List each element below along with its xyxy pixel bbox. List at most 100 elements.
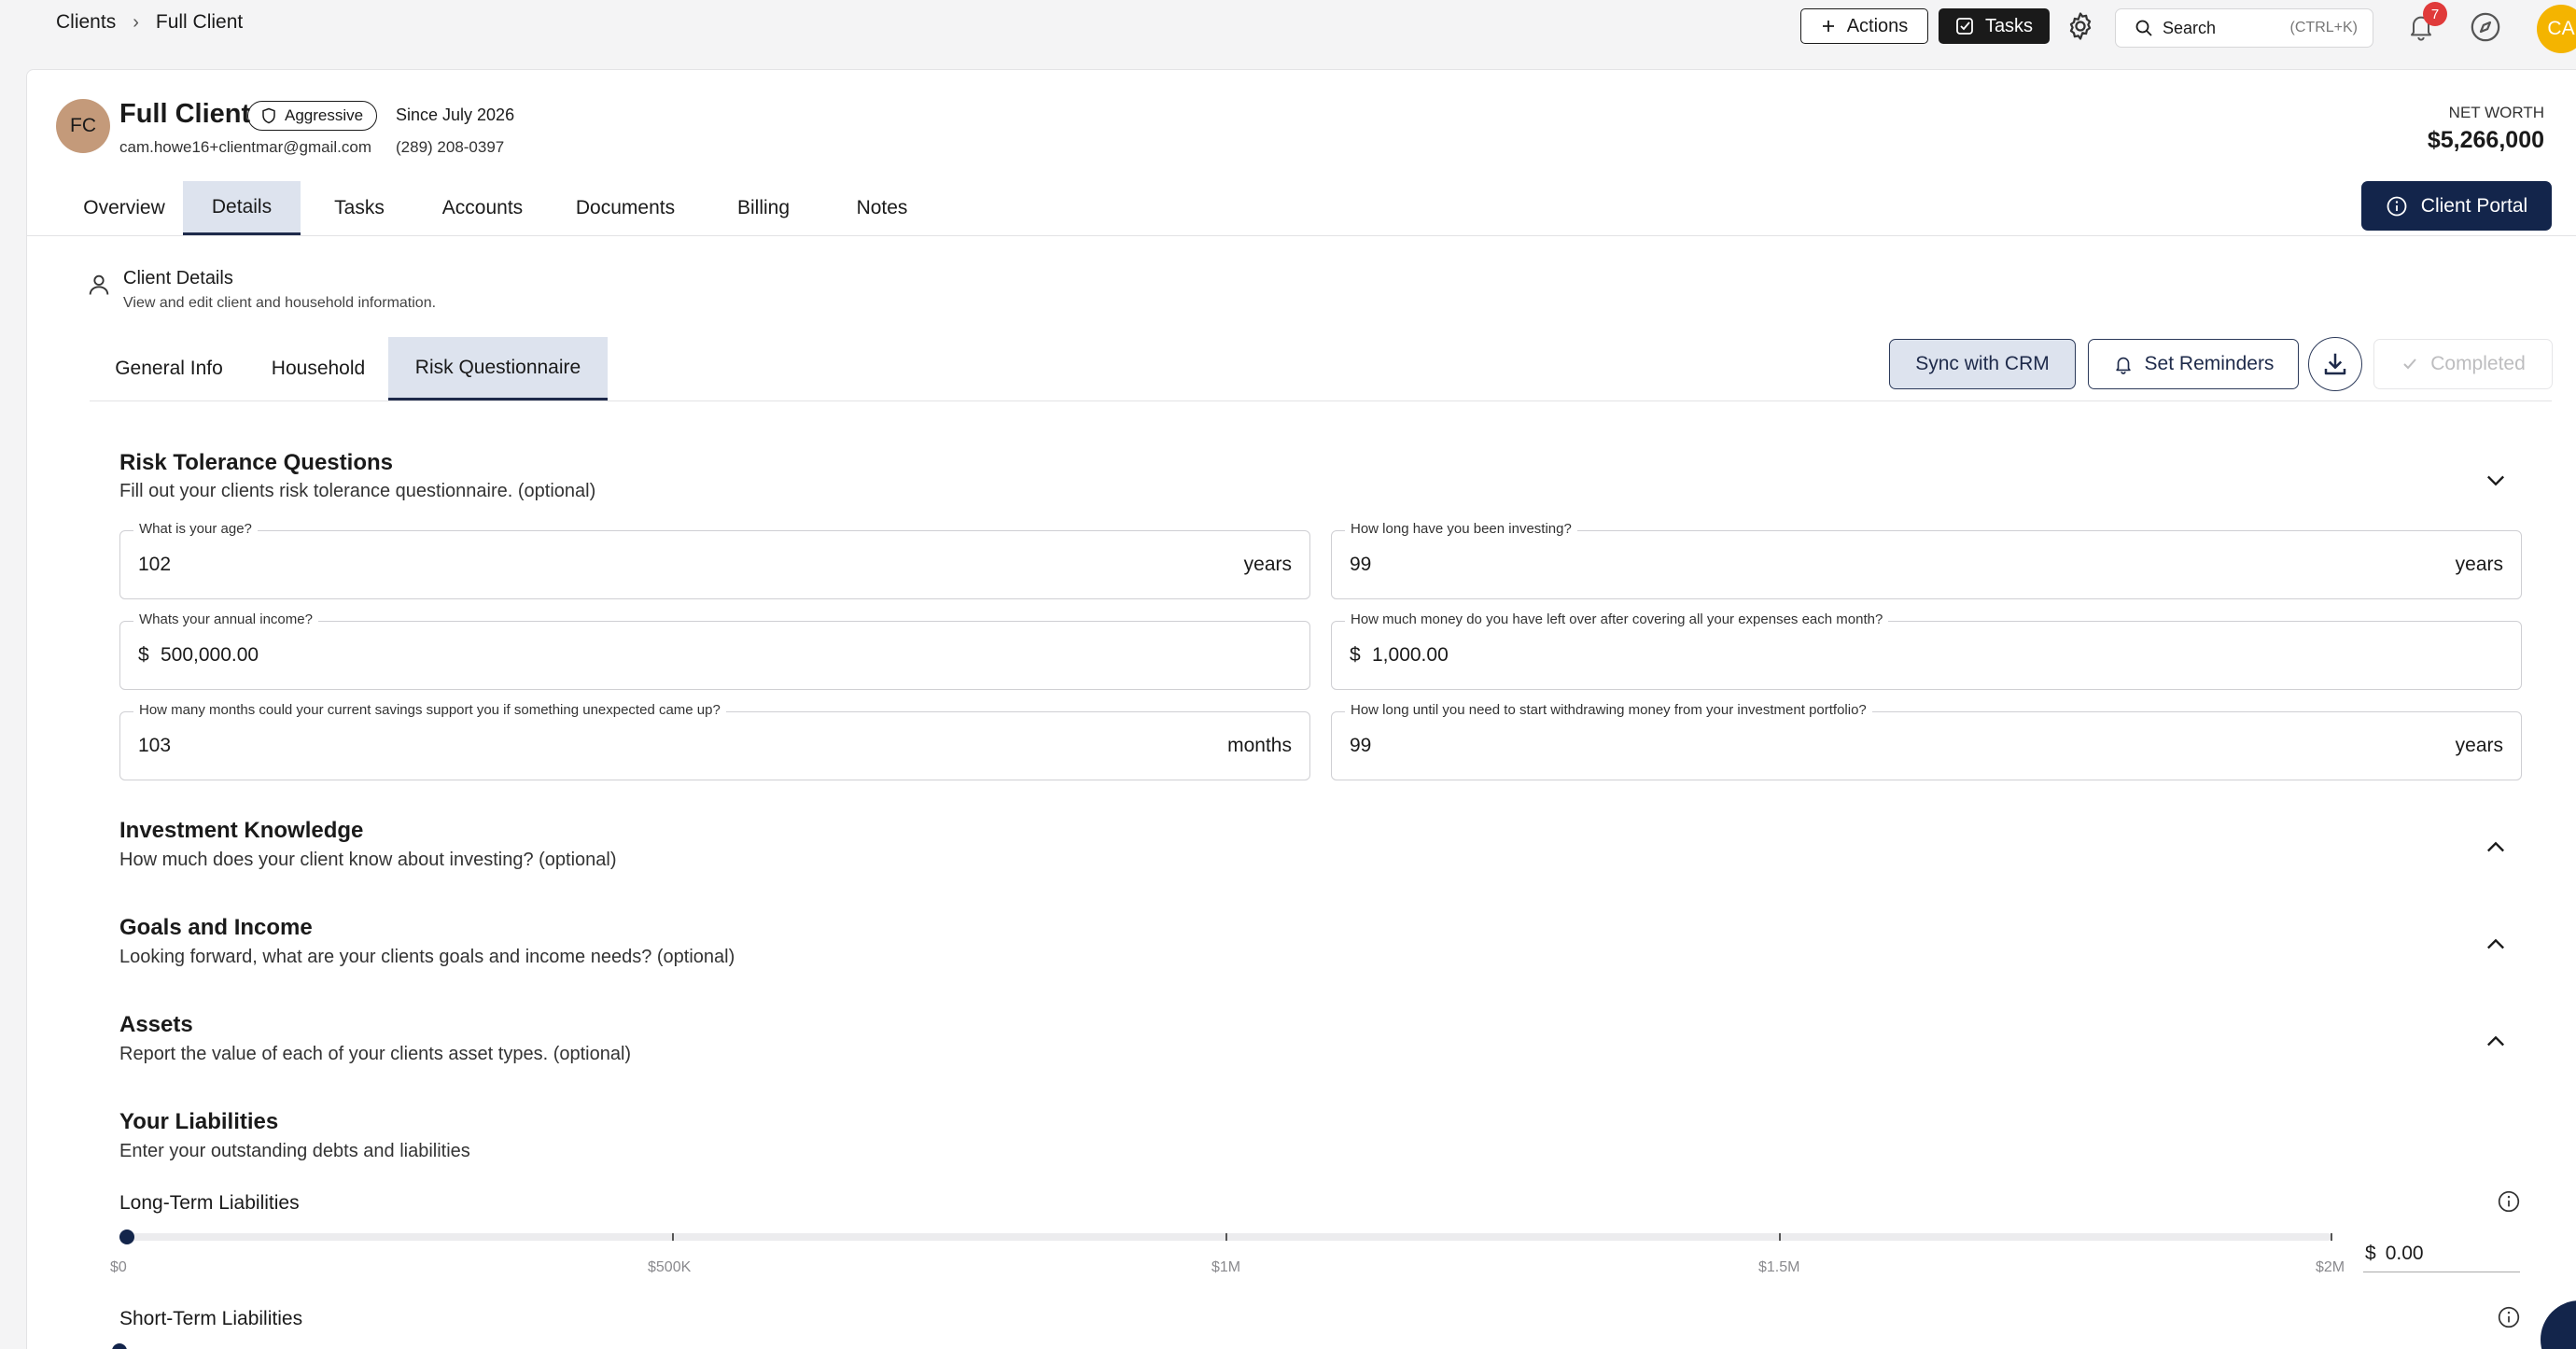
investing-years-field[interactable]: How long have you been investing? 99 yea…	[1331, 521, 2522, 599]
monthly-leftover-field[interactable]: How much money do you have left over aft…	[1331, 611, 2522, 690]
gear-icon[interactable]	[2065, 10, 2096, 42]
search-icon	[2135, 20, 2152, 36]
client-avatar: FC	[56, 99, 110, 153]
main-tabs: Overview Details Tasks Accounts Document…	[65, 181, 941, 235]
tab-tasks[interactable]: Tasks	[301, 181, 418, 235]
shield-icon	[262, 107, 275, 124]
subtab-general-info[interactable]: General Info	[90, 337, 248, 400]
slider-tick-label: $1.5M	[1758, 1259, 1800, 1275]
client-portal-button[interactable]: Client Portal	[2361, 181, 2552, 231]
notification-badge: 7	[2423, 2, 2447, 26]
slider-tick-label: $500K	[648, 1259, 692, 1275]
check-icon	[2403, 358, 2416, 370]
client-phone: (289) 208-0397	[396, 138, 505, 156]
monthly-leftover-currency: $	[1350, 644, 1361, 666]
risk-tolerance-title: Risk Tolerance Questions	[119, 450, 393, 475]
chevron-up-icon[interactable]	[2483, 932, 2509, 958]
investment-knowledge-title: Investment Knowledge	[119, 818, 364, 843]
savings-months-field[interactable]: How many months could your current savin…	[119, 702, 1310, 780]
slider-tick-label: $0	[110, 1259, 127, 1275]
assets-title: Assets	[119, 1012, 193, 1037]
search-shortcut: (CTRL+K)	[2289, 20, 2358, 35]
slider-thumb[interactable]	[119, 1230, 134, 1244]
tasks-label: Tasks	[1984, 15, 2034, 36]
download-icon	[2324, 353, 2346, 375]
long-term-liabilities-input[interactable]: $ 0.00	[2363, 1235, 2520, 1272]
slider-tick	[1779, 1233, 1781, 1241]
breadcrumb-current: Full Client	[155, 11, 244, 33]
withdraw-years-field[interactable]: How long until you need to start withdra…	[1331, 702, 2522, 780]
risk-profile-label: Aggressive	[285, 106, 364, 124]
client-since: Since July 2026	[396, 105, 515, 124]
investing-years-unit: years	[2455, 554, 2503, 575]
age-label: What is your age?	[133, 521, 258, 537]
set-reminders-button[interactable]: Set Reminders	[2088, 339, 2299, 389]
checkbox-icon	[1956, 18, 1973, 35]
completed-label: Completed	[2430, 353, 2526, 374]
actions-button[interactable]: Actions	[1800, 8, 1928, 44]
section-title: Client Details	[123, 268, 233, 288]
assets-subtitle: Report the value of each of your clients…	[119, 1044, 632, 1064]
net-worth-value: $5,266,000	[2427, 127, 2544, 153]
withdraw-years-label: How long until you need to start withdra…	[1345, 702, 1872, 718]
sync-crm-button[interactable]: Sync with CRM	[1889, 339, 2076, 389]
breadcrumb: Clients › Full Client	[56, 11, 243, 34]
tab-notes[interactable]: Notes	[823, 181, 941, 235]
breadcrumb-clients-link[interactable]: Clients	[56, 11, 116, 34]
currency-symbol: $	[2365, 1242, 2376, 1264]
withdraw-years-unit: years	[2455, 735, 2503, 756]
breadcrumb-separator: ›	[133, 11, 139, 33]
investing-years-value: 99	[1350, 554, 1372, 575]
annual-income-label: Whats your annual income?	[133, 611, 318, 627]
subtab-risk-questionnaire[interactable]: Risk Questionnaire	[388, 337, 608, 400]
search-box[interactable]: Search (CTRL+K)	[2115, 8, 2373, 48]
monthly-leftover-value: 1,000.00	[1372, 644, 1449, 666]
set-reminders-label: Set Reminders	[2144, 353, 2275, 374]
monthly-leftover-label: How much money do you have left over aft…	[1345, 611, 1889, 627]
tab-accounts[interactable]: Accounts	[418, 181, 547, 235]
savings-months-label: How many months could your current savin…	[133, 702, 726, 718]
section-subtitle: View and edit client and household infor…	[123, 295, 437, 311]
liabilities-title: Your Liabilities	[119, 1109, 279, 1134]
user-avatar[interactable]: CA	[2537, 5, 2576, 53]
subtab-household[interactable]: Household	[248, 337, 388, 400]
slider-tick	[672, 1233, 674, 1241]
plus-icon	[1822, 21, 1834, 32]
short-term-liabilities-label: Short-Term Liabilities	[119, 1308, 303, 1329]
download-button[interactable]	[2308, 337, 2362, 391]
investing-years-label: How long have you been investing?	[1345, 521, 1577, 537]
chevron-down-icon[interactable]	[2483, 467, 2509, 493]
slider-tick	[2331, 1233, 2332, 1241]
annual-income-value: 500,000.00	[161, 644, 259, 666]
tab-overview[interactable]: Overview	[65, 181, 183, 235]
risk-tolerance-subtitle: Fill out your clients risk tolerance que…	[119, 481, 596, 501]
withdraw-years-value: 99	[1350, 735, 1372, 756]
goals-income-title: Goals and Income	[119, 915, 313, 940]
client-name: Full Client	[119, 99, 251, 129]
age-value: 102	[138, 554, 172, 575]
tab-billing[interactable]: Billing	[704, 181, 823, 235]
info-icon[interactable]	[2497, 1189, 2521, 1214]
client-email: cam.howe16+clientmar@gmail.com	[119, 138, 371, 156]
savings-months-unit: months	[1227, 735, 1292, 756]
completed-button[interactable]: Completed	[2373, 339, 2553, 389]
tasks-button[interactable]: Tasks	[1939, 8, 2050, 44]
client-portal-label: Client Portal	[2420, 194, 2528, 217]
liabilities-subtitle: Enter your outstanding debts and liabili…	[119, 1141, 470, 1161]
long-term-liabilities-label: Long-Term Liabilities	[119, 1192, 300, 1214]
age-field[interactable]: What is your age? 102 years	[119, 521, 1310, 599]
net-worth-label: NET WORTH	[2448, 104, 2544, 121]
goals-income-subtitle: Looking forward, what are your clients g…	[119, 947, 735, 967]
chevron-up-icon[interactable]	[2483, 1029, 2509, 1055]
info-icon[interactable]	[2497, 1305, 2521, 1329]
tab-details[interactable]: Details	[183, 181, 301, 235]
tabs-divider	[26, 235, 2576, 236]
info-icon	[2387, 196, 2407, 216]
actions-label: Actions	[1846, 15, 1909, 36]
annual-income-field[interactable]: Whats your annual income? $ 500,000.00	[119, 611, 1310, 690]
compass-icon[interactable]	[2470, 11, 2501, 43]
tab-documents[interactable]: Documents	[547, 181, 704, 235]
chevron-up-icon[interactable]	[2483, 835, 2509, 861]
user-icon	[89, 274, 109, 295]
risk-profile-badge: Aggressive	[247, 101, 378, 131]
